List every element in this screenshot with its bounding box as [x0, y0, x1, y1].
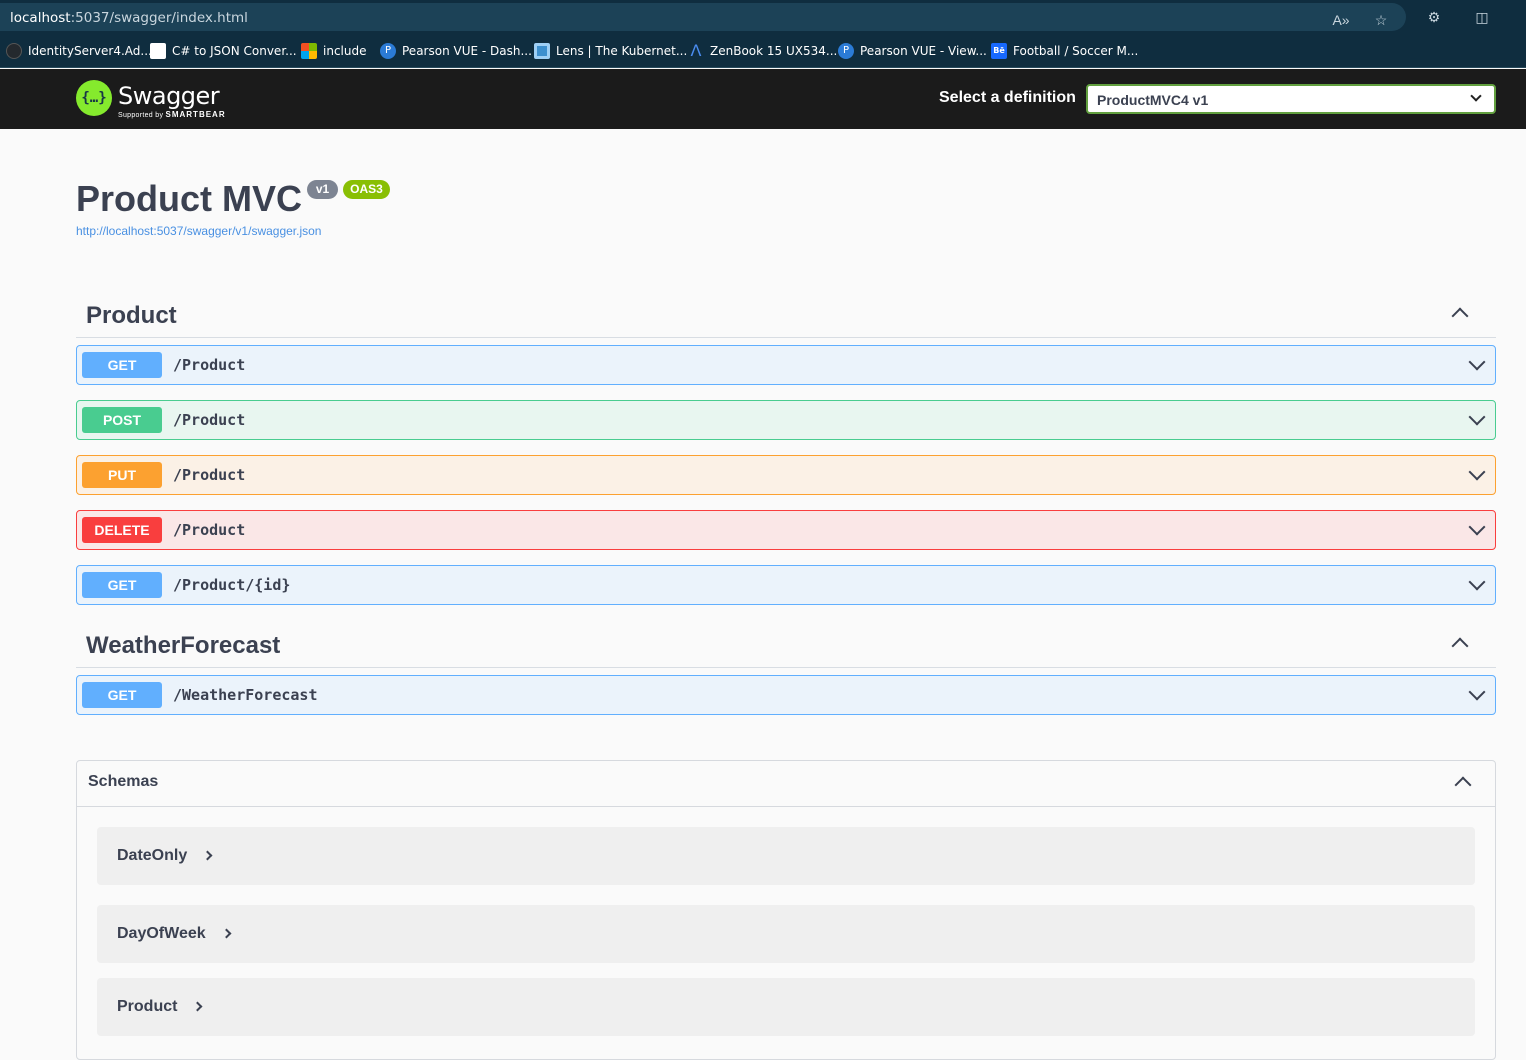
browser-address-bar: localhost:5037/swagger/index.html A» ☆ ⚙… — [0, 0, 1526, 34]
tag-header-product[interactable]: Product — [76, 290, 1496, 338]
bookmark-label: ZenBook 15 UX534... — [710, 44, 838, 58]
bookmark-label: C# to JSON Conver... — [172, 44, 297, 58]
chevron-up-icon[interactable] — [1454, 776, 1472, 794]
operation-path: /Product — [173, 356, 246, 374]
chevron-right-icon[interactable] — [202, 850, 213, 861]
model-product[interactable]: Product — [97, 978, 1475, 1036]
behance-icon: Bē — [991, 43, 1007, 59]
chevron-down-icon[interactable] — [1468, 353, 1486, 371]
lens-icon — [534, 43, 550, 59]
version-badge: v1 — [307, 180, 338, 199]
spec-link[interactable]: http://localhost:5037/swagger/v1/swagger… — [76, 224, 321, 238]
operation-delete-product[interactable]: DELETE /Product — [76, 510, 1496, 550]
asus-icon: Λ — [690, 41, 702, 60]
chevron-down-icon[interactable] — [1468, 518, 1486, 536]
method-badge: PUT — [82, 462, 162, 488]
bookmark-label: Pearson VUE - View... — [860, 44, 987, 58]
bookmarks-bar: IdentityServer4.Ad... C# to JSON Conver.… — [0, 34, 1526, 68]
chevron-down-icon[interactable] — [1468, 463, 1486, 481]
operation-post-product[interactable]: POST /Product — [76, 400, 1496, 440]
pearson-icon: P — [838, 43, 854, 59]
tag-title: WeatherForecast — [86, 632, 281, 659]
bookmark-label: IdentityServer4.Ad... — [28, 44, 152, 58]
model-name: DateOnly — [117, 847, 188, 864]
chevron-up-icon[interactable] — [1451, 307, 1469, 325]
bookmark-label: Lens | The Kubernet... — [556, 44, 688, 58]
chevron-down-icon — [1470, 90, 1482, 102]
schemas-section: Schemas DateOnly DayOfWeek Product — [76, 760, 1496, 1060]
bookmark-label: include — [323, 44, 367, 58]
model-name: Product — [117, 998, 178, 1015]
bookmark-label: Pearson VUE - Dash... — [402, 44, 532, 58]
operation-put-product[interactable]: PUT /Product — [76, 455, 1496, 495]
bookmark-item[interactable]: Λ ZenBook 15 UX534... — [688, 41, 838, 60]
split-screen-icon[interactable]: ◫ — [1473, 8, 1491, 26]
tag-header-weatherforecast[interactable]: WeatherForecast — [76, 620, 1496, 668]
url-text[interactable]: localhost:5037/swagger/index.html — [10, 10, 248, 26]
operation-get-weatherforecast[interactable]: GET /WeatherForecast — [76, 675, 1496, 715]
swagger-topbar: {…} Swagger Supported by SMARTBEAR Selec… — [0, 69, 1526, 129]
method-badge: GET — [82, 572, 162, 598]
model-name: DayOfWeek — [117, 925, 206, 942]
operation-get-product[interactable]: GET /Product — [76, 345, 1496, 385]
operation-path: /Product — [173, 411, 246, 429]
logo-subtitle: Supported by SMARTBEAR — [118, 110, 226, 119]
schemas-header[interactable]: Schemas — [77, 761, 1495, 807]
bookmark-item[interactable]: P Pearson VUE - View... — [838, 42, 987, 60]
oas-badge: OAS3 — [343, 180, 390, 199]
method-badge: GET — [82, 352, 162, 378]
chevron-down-icon[interactable] — [1468, 683, 1486, 701]
definition-value: ProductMVC4 v1 — [1097, 92, 1209, 108]
bookmark-item[interactable]: IdentityServer4.Ad... — [6, 42, 152, 60]
bookmark-item[interactable]: include — [301, 42, 366, 60]
model-dateonly[interactable]: DateOnly — [97, 827, 1475, 885]
method-badge: GET — [82, 682, 162, 708]
read-aloud-icon[interactable]: A» — [1332, 11, 1350, 29]
operation-path: /Product — [173, 466, 246, 484]
extensions-icon[interactable]: ⚙ — [1425, 8, 1443, 26]
operation-path: /Product — [173, 521, 246, 539]
favorite-star-icon[interactable]: ☆ — [1372, 11, 1390, 29]
logo-name: Swagger — [118, 82, 220, 110]
method-badge: DELETE — [82, 517, 162, 543]
github-icon — [6, 43, 22, 59]
chevron-down-icon[interactable] — [1468, 408, 1486, 426]
operation-get-product-by-id[interactable]: GET /Product/{id} — [76, 565, 1496, 605]
pearson-icon: P — [380, 43, 396, 59]
method-badge: POST — [82, 407, 162, 433]
microsoft-icon — [301, 43, 317, 59]
operation-path: /Product/{id} — [173, 576, 291, 594]
page-title: Product MVC — [76, 178, 303, 219]
chevron-down-icon[interactable] — [1468, 573, 1486, 591]
definition-label: Select a definition — [939, 89, 1076, 106]
bookmark-item[interactable]: C# to JSON Conver... — [150, 42, 297, 60]
bookmark-label: Football / Soccer M... — [1013, 44, 1139, 58]
tag-title: Product — [86, 302, 177, 329]
chevron-up-icon[interactable] — [1451, 637, 1469, 655]
bookmark-item[interactable]: Lens | The Kubernet... — [534, 42, 687, 60]
swagger-logo-icon[interactable]: {…} — [76, 80, 112, 116]
chevron-right-icon[interactable] — [192, 1001, 203, 1012]
bookmark-item[interactable]: P Pearson VUE - Dash... — [380, 42, 532, 60]
definition-select[interactable]: ProductMVC4 v1 — [1086, 84, 1496, 114]
white-square-icon — [150, 43, 166, 59]
chevron-right-icon[interactable] — [221, 928, 232, 939]
model-dayofweek[interactable]: DayOfWeek — [97, 905, 1475, 963]
bookmark-item[interactable]: Bē Football / Soccer M... — [991, 42, 1138, 60]
schemas-title: Schemas — [88, 773, 159, 790]
url-field[interactable]: localhost:5037/swagger/index.html A» ☆ — [0, 3, 1406, 31]
operation-path: /WeatherForecast — [173, 686, 318, 704]
